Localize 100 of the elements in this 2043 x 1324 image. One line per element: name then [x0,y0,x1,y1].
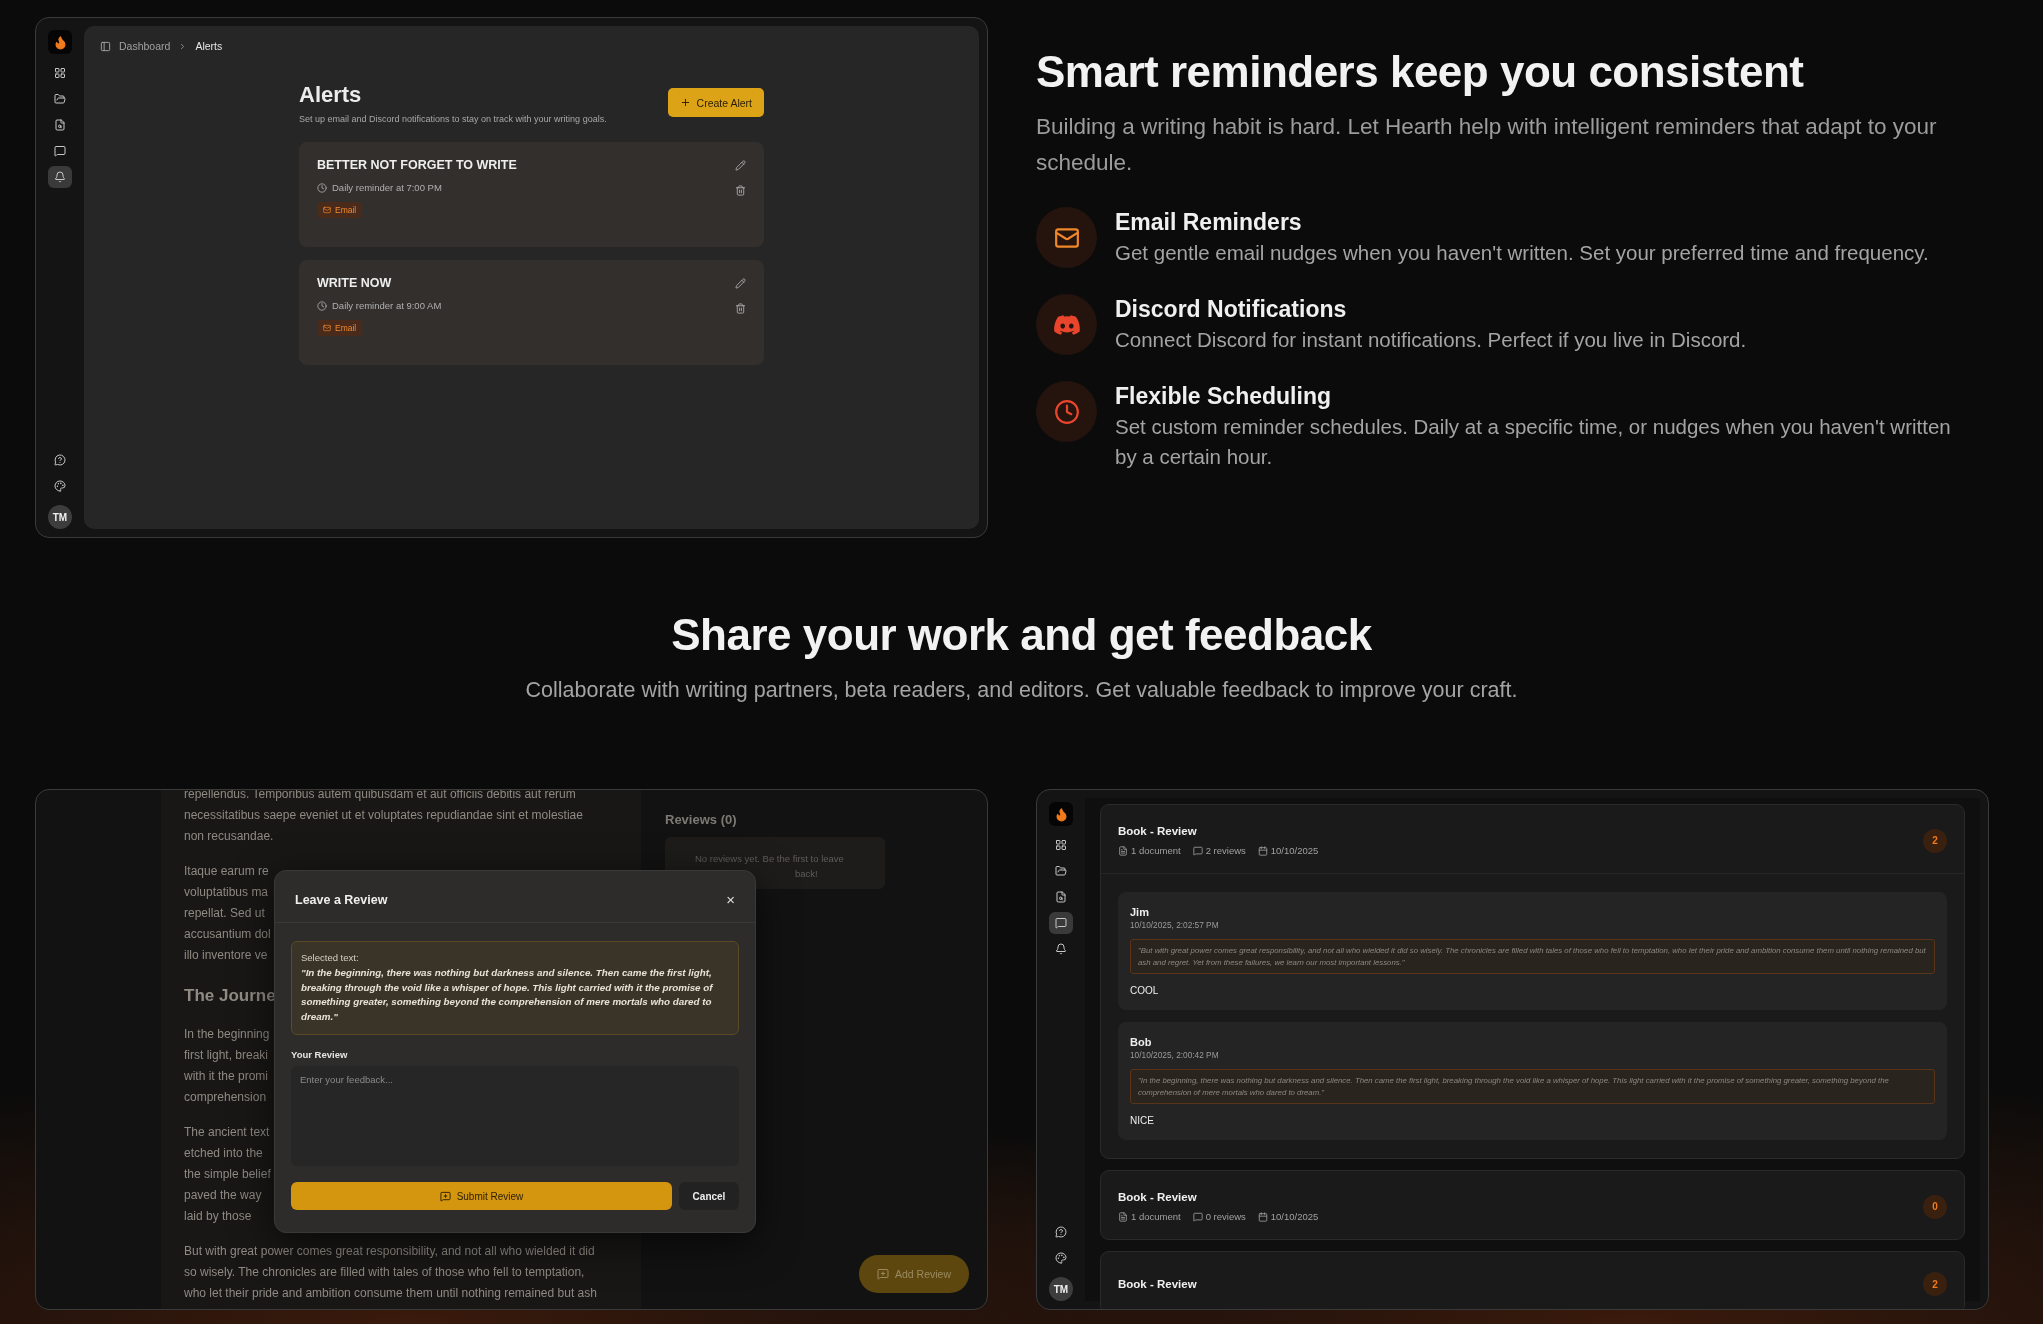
document-line: laid by those [184,1208,252,1225]
logo [1049,802,1073,826]
comment-plus-icon [439,1190,451,1202]
dialog-title: Leave a Review [295,892,388,907]
bell-nav-button[interactable] [48,166,72,188]
grid-icon [1055,839,1067,851]
grid-icon [54,67,66,79]
document-line: repellat. Sed ut [184,905,265,922]
document-line: so wisely. The chronicles are filled with tales of those who fell to temptation, [184,1264,585,1281]
meta-text: 10/10/2025 [1270,845,1319,856]
comment-icon [1192,845,1203,856]
document-icon [1118,845,1128,856]
meta-text: 2 reviews [1205,845,1246,856]
comment-icon [1192,1211,1203,1222]
feature-title: Email Reminders [1115,209,1303,236]
trash-icon [735,185,746,196]
review-count-badge: 2 [1923,1272,1947,1296]
bell-icon [1055,943,1067,955]
section-subtitle: Collaborate with writing partners, beta readers, and editors. Get valuable feedback to improve your craft. [525,678,1518,703]
edit-button[interactable] [735,160,746,171]
clock-icon [1053,398,1080,425]
reviewer-name: Bob [1130,1036,1153,1048]
group-title: Book - Review [1118,1191,1198,1203]
document-line: first light, breaki [184,1047,269,1064]
clock-icon [317,300,327,311]
palette-icon [54,480,66,492]
empty-reviews-text: back! [794,867,819,881]
cancel-button[interactable]: Cancel [679,1182,739,1210]
review-comment: COOL [1130,985,1160,996]
selected-text: "In the beginning, there was nothing but darkness and silence. Then came the first light, breaking through the void like a whisper of hope. This light carried with it the promise of something greater, something beyond the comprehension of mere mortals who dared to dream." [301,966,715,1024]
reviews-title: Reviews (0) [665,812,738,827]
clock-icon [317,182,327,193]
section-subtitle: Building a writing habit is hard. Let Hearth help with intelligent reminders that adapt to your schedule. [1036,113,1938,177]
page-title: Alerts [299,82,363,108]
close-button[interactable]: × [726,891,735,908]
document-line: the simple belief [184,1166,271,1183]
help-icon [1055,1226,1067,1238]
document-line: voluptatibus ma [184,884,269,901]
reviewer-name: Jim [1130,906,1150,918]
document-line: Itaque earum re [184,863,269,880]
breadcrumb-link[interactable]: Dashboard [119,40,171,52]
channel-badge: Email [317,202,363,218]
document-line: with it the promi [184,1068,269,1085]
feature-text: Connect Discord for instant notifications. Perfect if you live in Discord. [1115,327,1747,353]
review-label: Your Review [291,1049,349,1060]
delete-button[interactable] [735,303,746,314]
document-line: etched into the [184,1145,263,1162]
review-date: 10/10/2025, 2:02:57 PM [1130,920,1220,930]
user-avatar[interactable]: TM [48,505,72,529]
feature-text: Get gentle email nudges when you haven't written. Set your preferred time and frequency. [1115,240,1929,266]
delete-button[interactable] [735,185,746,196]
meta-text: 1 document [1131,845,1181,856]
create-alert-button[interactable]: Create Alert [667,88,764,117]
review-comment: NICE [1130,1115,1155,1126]
file-icon [54,119,66,131]
calendar-icon [1257,1211,1268,1222]
document-heading: The Journe [184,986,276,1006]
folder-icon [1055,865,1067,877]
alert-title: BETTER NOT FORGET TO WRITE [317,158,517,172]
calendar-icon [1257,845,1268,856]
alert-title: WRITE NOW [317,276,393,290]
review-count-badge: 2 [1923,828,1947,853]
selected-text-label: Selected text: [301,952,360,963]
review-input[interactable]: Enter your feedback... [291,1066,739,1166]
feature-title: Flexible Scheduling [1115,383,1332,410]
breadcrumb-link[interactable]: Alerts [195,40,223,52]
comment-plus-icon [877,1268,889,1280]
chat-nav-button[interactable] [1049,912,1073,934]
user-avatar[interactable]: TM [1049,1277,1073,1301]
alert-schedule: Daily reminder at 7:00 PM [332,182,442,193]
document-line: necessitatibus saepe eveniet ut et voluptates repudiandae sint et molestiae [184,807,583,824]
document-line: illo inventore ve [184,947,268,964]
document-line: The ancient text [184,1124,270,1141]
section-title: Share your work and get feedback [671,610,1372,660]
document-line: But with great power comes great responsibility, and not all who wielded it did [184,1243,595,1260]
sidebar-toggle-icon[interactable] [100,40,111,52]
review-date: 10/10/2025, 2:00:42 PM [1130,1050,1220,1060]
pencil-icon [735,160,746,171]
submit-review-button[interactable]: Submit Review [291,1182,672,1210]
page-subtitle: Set up email and Discord notifications to stay on track with your writing goals. [299,114,607,124]
folder-icon [54,93,66,105]
pencil-icon [735,278,746,289]
document-line: In the beginning [184,1026,270,1043]
palette-icon [1055,1252,1067,1264]
document-line: repellendus. Temporibus autem quibusdam et aut officiis debitis aut rerum [184,790,576,803]
trash-icon [735,303,746,314]
group-title: Book - Review [1118,825,1198,837]
document-line: comprehension [184,1089,267,1106]
review-count-badge: 0 [1923,1194,1947,1219]
document-line: accusantium dol [184,926,271,943]
document-icon [1118,1211,1128,1222]
meta-text: 0 reviews [1205,1211,1246,1222]
feature-text: Set custom reminder schedules. Daily at a specific time, or nudges when you haven't written by a certain hour. [1115,414,1952,470]
group-title: Book - Review [1118,1278,1197,1290]
meta-text: 1 document [1131,1211,1181,1222]
channel-badge: Email [317,320,363,336]
help-icon [54,454,66,466]
plus-icon [679,97,691,108]
edit-button[interactable] [735,278,746,289]
document-line: paved the way [184,1187,262,1204]
